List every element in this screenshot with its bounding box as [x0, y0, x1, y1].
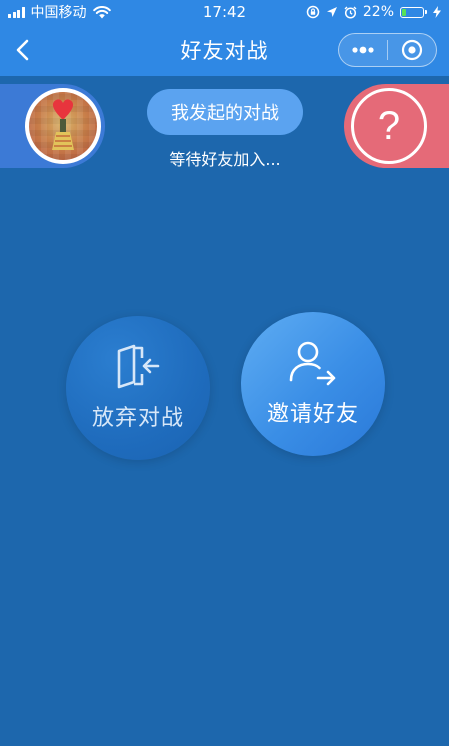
menu-capsule — [338, 33, 437, 67]
battery-percent: 22% — [362, 4, 394, 20]
exit-door-icon — [117, 344, 160, 389]
lock-rotation-icon — [306, 5, 320, 19]
user-share-icon — [289, 341, 336, 386]
alarm-icon — [344, 6, 357, 19]
avatar-image — [29, 92, 97, 160]
battle-tag: 我发起的对战 — [147, 89, 303, 135]
charging-icon — [433, 6, 441, 18]
invite-friend-button[interactable]: 邀请好友 — [241, 312, 385, 456]
page-title: 好友对战 — [180, 39, 269, 63]
battery-icon — [400, 6, 427, 18]
invite-friend-label: 邀请好友 — [266, 402, 359, 427]
status-right: 22% — [306, 4, 441, 20]
more-dots-icon[interactable] — [339, 34, 387, 66]
wifi-icon — [92, 5, 111, 18]
carrier-label: 中国移动 — [30, 5, 87, 21]
opponent-placeholder: ? — [351, 88, 427, 164]
battery-level — [402, 8, 407, 16]
status-left: 中国移动 — [8, 2, 111, 22]
navigation-bar: 好友对战 — [0, 24, 449, 76]
signal-icon — [8, 6, 25, 18]
avatar — [25, 88, 101, 164]
target-close-icon[interactable] — [388, 34, 436, 66]
location-icon — [326, 7, 337, 17]
chevron-left-icon[interactable] — [10, 36, 38, 64]
waiting-status: 等待好友加入... — [169, 150, 281, 169]
status-bar: 中国移动 17:42 22% — [0, 0, 449, 24]
quit-battle-label: 放弃对战 — [91, 406, 184, 431]
quit-battle-button[interactable]: 放弃对战 — [66, 316, 210, 460]
